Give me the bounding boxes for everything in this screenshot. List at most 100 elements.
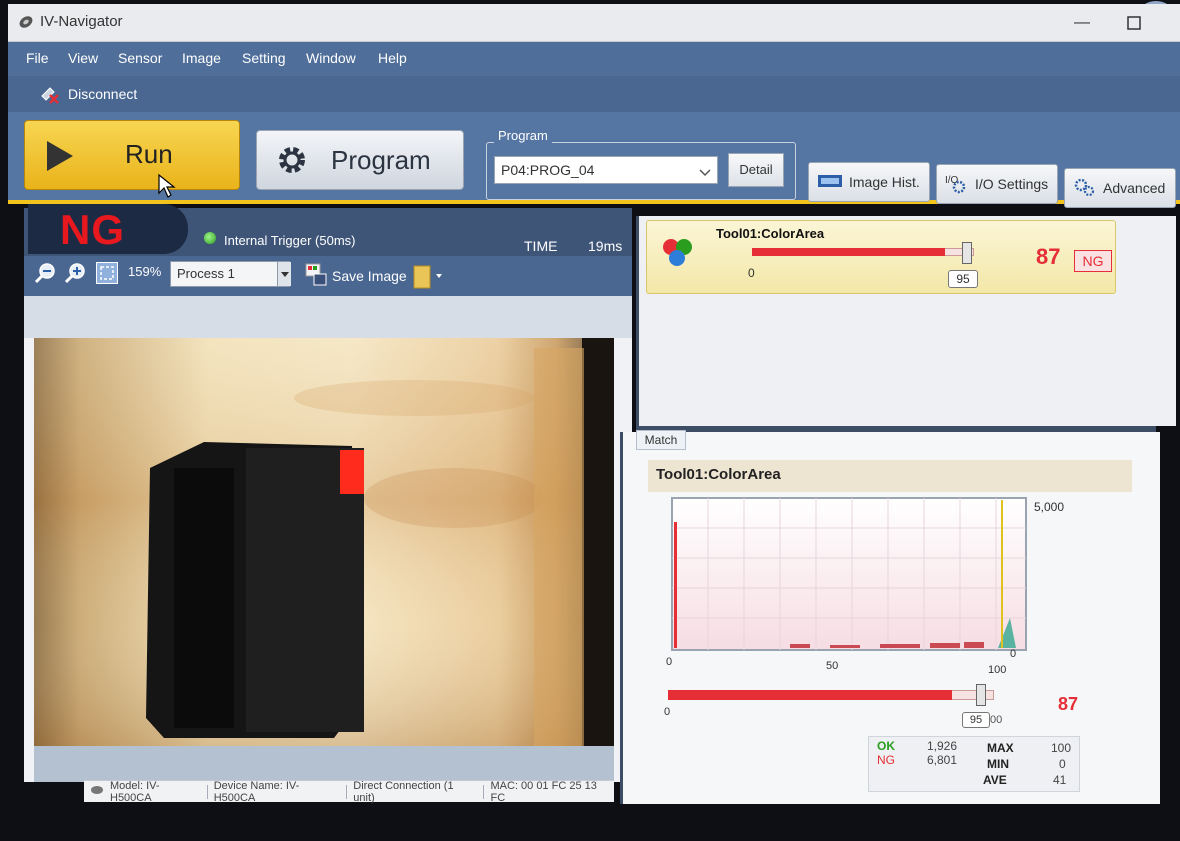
hist-y-max: 5,000 bbox=[1034, 500, 1065, 514]
mouse-cursor-icon bbox=[157, 173, 177, 204]
color-area-icon bbox=[659, 235, 697, 276]
menu-view[interactable]: View bbox=[68, 50, 98, 66]
title-bar: IV-Navigator — bbox=[8, 4, 1180, 42]
stat-ok-count: 1,926 bbox=[927, 739, 958, 753]
match-histogram bbox=[660, 492, 1060, 682]
run-label: Run bbox=[125, 139, 173, 169]
io-gear-icon: I/O bbox=[945, 172, 969, 197]
film-strip-icon bbox=[817, 172, 843, 193]
program-label: Program bbox=[331, 145, 431, 175]
zoom-level: 159% bbox=[128, 264, 162, 279]
gears-icon bbox=[1073, 176, 1097, 201]
program-button[interactable]: Program bbox=[256, 130, 464, 190]
hist-x-tick-100: 100 bbox=[988, 664, 1007, 676]
graph-title: Tool01:ColorArea bbox=[656, 466, 781, 483]
tool-judgement-badge: NG bbox=[1074, 250, 1112, 272]
status-device-name: Device Name: IV-H500CA bbox=[213, 779, 300, 804]
match-bar-min-label: 0 bbox=[664, 706, 671, 718]
histogram-bar-zero bbox=[674, 522, 677, 648]
program-select-value: P04:PROG_04 bbox=[501, 162, 595, 178]
disconnect-button[interactable]: Disconnect bbox=[38, 82, 137, 106]
program-group-label: Program bbox=[494, 128, 552, 143]
tool-bar-min-label: 0 bbox=[748, 266, 755, 280]
svg-text:I/O: I/O bbox=[945, 175, 959, 186]
time-label: TIME bbox=[524, 238, 558, 254]
match-value-bar-fill bbox=[668, 690, 952, 700]
stat-max-label: MAX bbox=[987, 741, 1014, 755]
menu-bar: File View Sensor Image Setting Window He… bbox=[8, 42, 1180, 76]
zoom-in-icon[interactable] bbox=[64, 262, 86, 284]
save-image-icon[interactable] bbox=[304, 262, 327, 286]
stat-ave-label: AVE bbox=[983, 773, 1007, 787]
chevron-down-icon bbox=[699, 165, 711, 181]
menu-file[interactable]: File bbox=[26, 50, 49, 66]
gear-icon bbox=[275, 143, 309, 182]
time-value: 19ms bbox=[588, 238, 623, 254]
disconnect-icon bbox=[38, 82, 62, 107]
tool-result-value: 87 bbox=[1036, 244, 1061, 269]
result-text: NG bbox=[60, 206, 125, 253]
tool-threshold-value[interactable]: 95 bbox=[948, 270, 978, 288]
status-model: Model: IV-H500CA bbox=[110, 779, 160, 804]
run-button[interactable]: Run bbox=[24, 120, 240, 198]
stat-ok-label: OK bbox=[877, 739, 895, 753]
camera-image[interactable] bbox=[34, 338, 614, 746]
program-select[interactable]: P04:PROG_04 bbox=[494, 156, 718, 184]
hist-x-tick-50: 50 bbox=[826, 660, 839, 672]
stat-min-label: MIN bbox=[987, 757, 1009, 771]
play-icon bbox=[43, 139, 75, 178]
trigger-status-led bbox=[204, 232, 216, 244]
menu-setting[interactable]: Setting bbox=[242, 50, 286, 66]
stat-max-value: 100 bbox=[1051, 741, 1072, 755]
match-threshold-handle[interactable] bbox=[976, 684, 986, 706]
folder-icon[interactable] bbox=[412, 262, 442, 289]
image-header-band bbox=[24, 296, 632, 338]
menu-sensor[interactable]: Sensor bbox=[118, 50, 162, 66]
window-title: IV-Navigator bbox=[40, 13, 123, 30]
match-threshold-value[interactable]: 95 bbox=[962, 712, 990, 728]
save-image-label[interactable]: Save Image bbox=[332, 268, 407, 284]
maximize-button[interactable] bbox=[1120, 10, 1148, 36]
menu-help[interactable]: Help bbox=[378, 50, 407, 66]
advanced-label: Advanced bbox=[1103, 180, 1166, 196]
match-threshold-suffix: 00 bbox=[990, 714, 1003, 726]
image-hist-button[interactable]: Image Hist. bbox=[808, 162, 930, 202]
io-settings-button[interactable]: I/O I/O Settings bbox=[936, 164, 1058, 204]
process-select[interactable]: Process 1 bbox=[170, 261, 291, 287]
hist-x-tick-0: 0 bbox=[666, 656, 673, 668]
dropdown-arrow-icon bbox=[277, 262, 291, 286]
stat-ng-count: 6,801 bbox=[927, 753, 958, 767]
status-bar: Model: IV-H500CA Device Name: IV-H500CA … bbox=[84, 779, 614, 804]
tool-threshold-handle[interactable] bbox=[962, 242, 972, 264]
stat-min-value: 0 bbox=[1059, 757, 1066, 771]
image-bottom-band bbox=[34, 746, 614, 782]
separator bbox=[346, 784, 348, 799]
status-connection: Direct Connection (1 unit) bbox=[353, 779, 454, 804]
detail-button[interactable]: Detail bbox=[728, 153, 784, 187]
stat-ng-label: NG bbox=[877, 753, 895, 767]
disconnect-label: Disconnect bbox=[68, 86, 138, 102]
app-logo-icon bbox=[18, 14, 34, 30]
separator bbox=[206, 784, 208, 799]
process-select-value: Process 1 bbox=[177, 266, 235, 281]
histogram-plot-area bbox=[671, 497, 1027, 651]
iv-navigator-window: IV-Navigator — File View Sensor Image Se… bbox=[0, 0, 1180, 841]
io-settings-label: I/O Settings bbox=[975, 176, 1049, 192]
tool-value-bar-fill bbox=[752, 248, 946, 256]
tab-match[interactable]: Match bbox=[636, 430, 686, 450]
stat-ave-value: 41 bbox=[1053, 773, 1067, 787]
menu-image[interactable]: Image bbox=[182, 50, 221, 66]
zoom-out-icon[interactable] bbox=[34, 262, 56, 284]
device-icon bbox=[90, 784, 104, 799]
separator bbox=[483, 784, 485, 799]
fit-to-window-icon[interactable] bbox=[96, 262, 118, 284]
tool-name: Tool01:ColorArea bbox=[716, 226, 825, 241]
match-statistics: OK 1,926 NG 6,801 MAX 100 MIN 0 AVE 41 bbox=[868, 736, 1080, 792]
match-result-value: 87 bbox=[1058, 694, 1079, 714]
menu-window[interactable]: Window bbox=[306, 50, 356, 66]
status-mac: MAC: 00 01 FC 25 13 FC bbox=[490, 779, 597, 804]
connection-bar: Disconnect bbox=[8, 76, 1180, 112]
trigger-text: Internal Trigger (50ms) bbox=[224, 233, 356, 248]
minimize-button[interactable]: — bbox=[1068, 10, 1096, 36]
advanced-button[interactable]: Advanced bbox=[1064, 168, 1176, 208]
